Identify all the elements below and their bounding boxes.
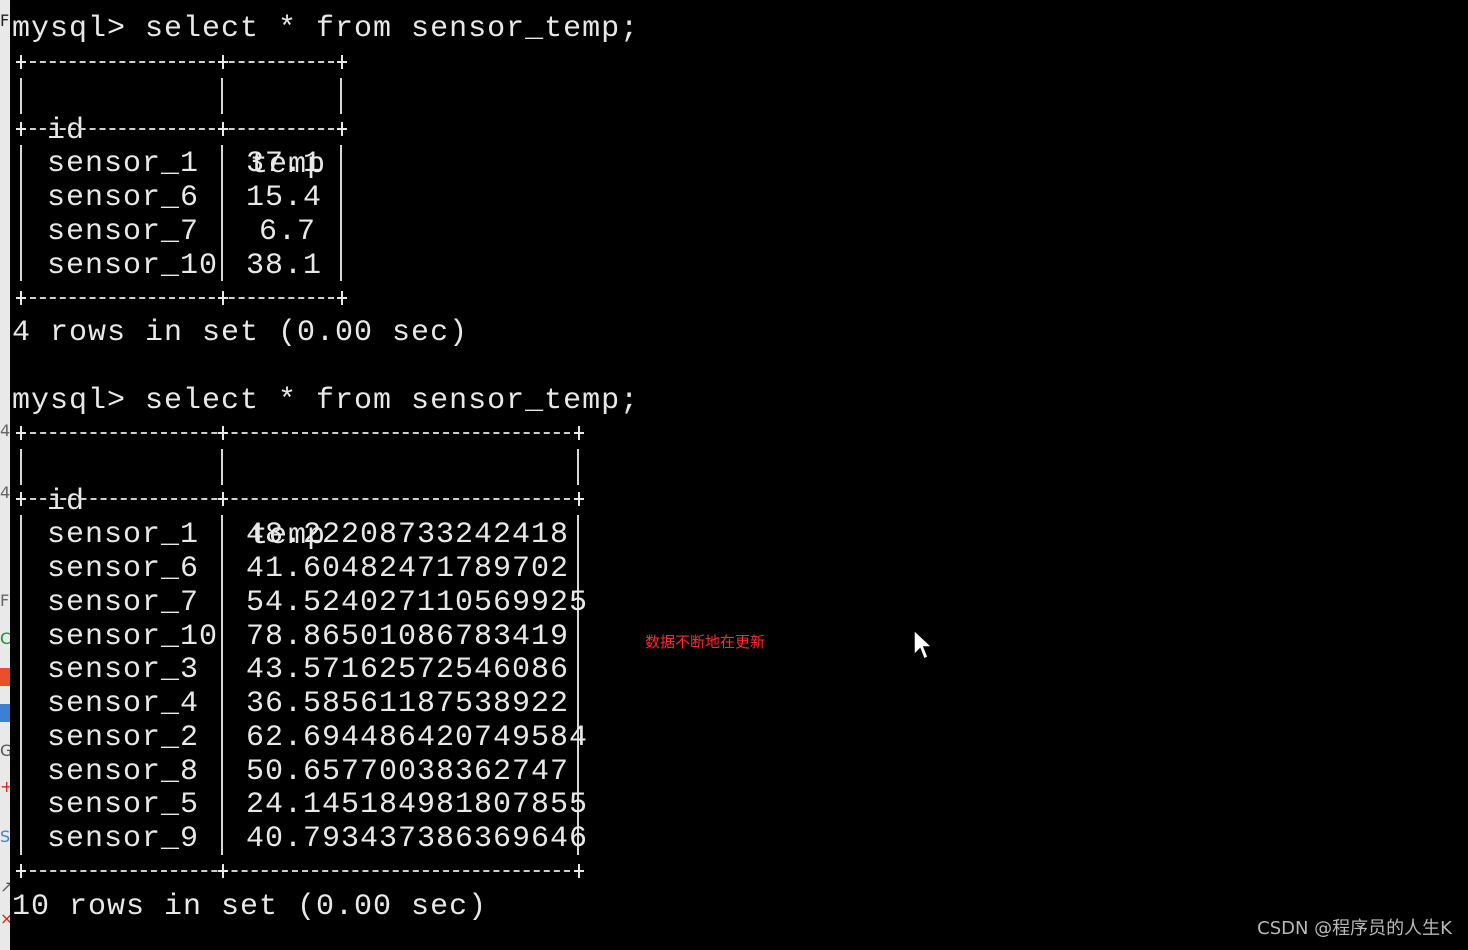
column-header-id: id	[47, 114, 86, 148]
table-corner	[218, 122, 228, 136]
mysql-prompt: mysql> select * from sensor_temp;	[12, 384, 640, 418]
table-border	[20, 515, 22, 855]
table-border	[340, 145, 342, 281]
mouse-pointer-icon	[913, 628, 934, 661]
window-edge-strip: F 4 4 F C G + S ↗ ×	[0, 0, 10, 950]
strip-mark: C	[0, 629, 10, 648]
table-border	[221, 78, 223, 114]
table-corner	[337, 122, 347, 136]
cell-id: sensor_5	[47, 788, 200, 822]
table-corner	[16, 492, 26, 506]
table-border	[221, 145, 223, 281]
strip-color-mark	[0, 704, 10, 722]
table-corner	[337, 291, 347, 305]
table-border	[577, 449, 579, 485]
cell-temp: 37.1	[246, 147, 323, 181]
table-corner	[218, 55, 228, 69]
strip-mark: ↗	[0, 877, 10, 896]
cell-temp: 78.86501086783419	[246, 620, 570, 654]
table-corner	[16, 426, 26, 440]
cell-id: sensor_1	[47, 518, 200, 552]
watermark: CSDN @程序员的人生K	[1257, 918, 1452, 939]
cell-id: sensor_2	[47, 721, 200, 755]
cell-id: sensor_10	[47, 249, 219, 283]
cell-id: sensor_1	[47, 147, 200, 181]
table-corner	[574, 426, 584, 440]
table-border	[20, 61, 344, 63]
strip-mark: S	[0, 827, 10, 846]
cell-temp: 36.58561187538922	[246, 687, 570, 721]
strip-mark: G	[0, 741, 10, 760]
mysql-terminal[interactable]: mysql> select * from sensor_temp; id tem…	[12, 0, 1012, 950]
table-border	[20, 432, 580, 434]
table-border	[20, 498, 580, 500]
cell-temp: 54.524027110569925	[246, 586, 589, 620]
table-corner	[16, 122, 26, 136]
cell-id: sensor_6	[47, 552, 200, 586]
column-header-id: id	[47, 485, 86, 519]
table-border	[221, 449, 223, 485]
cell-temp: 40.793437386369646	[246, 822, 589, 856]
cell-id: sensor_3	[47, 653, 200, 687]
cell-temp: 41.60482471789702	[246, 552, 570, 586]
cell-id: sensor_6	[47, 181, 200, 215]
strip-mark: F	[0, 591, 10, 610]
cell-temp: 48.22208733242418	[246, 518, 570, 552]
cell-id: sensor_7	[47, 586, 200, 620]
cell-temp: 62.694486420749584	[246, 721, 589, 755]
cell-id: sensor_10	[47, 620, 219, 654]
table-border	[340, 78, 342, 114]
cell-id: sensor_8	[47, 755, 200, 789]
strip-mark: F	[0, 11, 10, 30]
table-border	[221, 515, 223, 855]
table-corner	[218, 492, 228, 506]
table-header: id temp	[12, 451, 325, 553]
table-corner	[218, 426, 228, 440]
cell-id: sensor_9	[47, 822, 200, 856]
cell-temp: 24.145184981807855	[246, 788, 589, 822]
cell-temp: 15.4	[246, 181, 323, 215]
table-corner	[574, 492, 584, 506]
table-corner	[16, 291, 26, 305]
table-border	[20, 145, 22, 281]
strip-color-mark	[0, 668, 10, 686]
table-border	[20, 870, 580, 872]
table-corner	[218, 864, 228, 878]
cell-id: sensor_7	[47, 215, 200, 249]
annotation-label: 数据不断地在更新	[645, 633, 766, 651]
table-corner	[337, 55, 347, 69]
strip-mark: +	[0, 777, 10, 796]
query-footer: 10 rows in set (0.00 sec)	[12, 890, 488, 924]
cell-temp: 6.7	[258, 215, 316, 249]
cell-temp: 50.65770038362747	[246, 755, 570, 789]
cell-temp: 38.1	[246, 249, 323, 283]
table-corner	[16, 55, 26, 69]
cell-id: sensor_4	[47, 687, 200, 721]
table-corner	[218, 291, 228, 305]
table-border	[20, 297, 344, 299]
strip-mark: 4	[0, 483, 10, 502]
table-corner	[574, 864, 584, 878]
cell-temp: 43.57162572546086	[246, 653, 570, 687]
strip-mark: 4	[0, 421, 10, 440]
table-corner	[16, 864, 26, 878]
mysql-prompt: mysql> select * from sensor_temp;	[12, 12, 640, 46]
table-header: id temp	[12, 80, 325, 182]
strip-mark: ×	[0, 909, 10, 928]
table-border	[20, 128, 344, 130]
query-footer: 4 rows in set (0.00 sec)	[12, 316, 469, 350]
